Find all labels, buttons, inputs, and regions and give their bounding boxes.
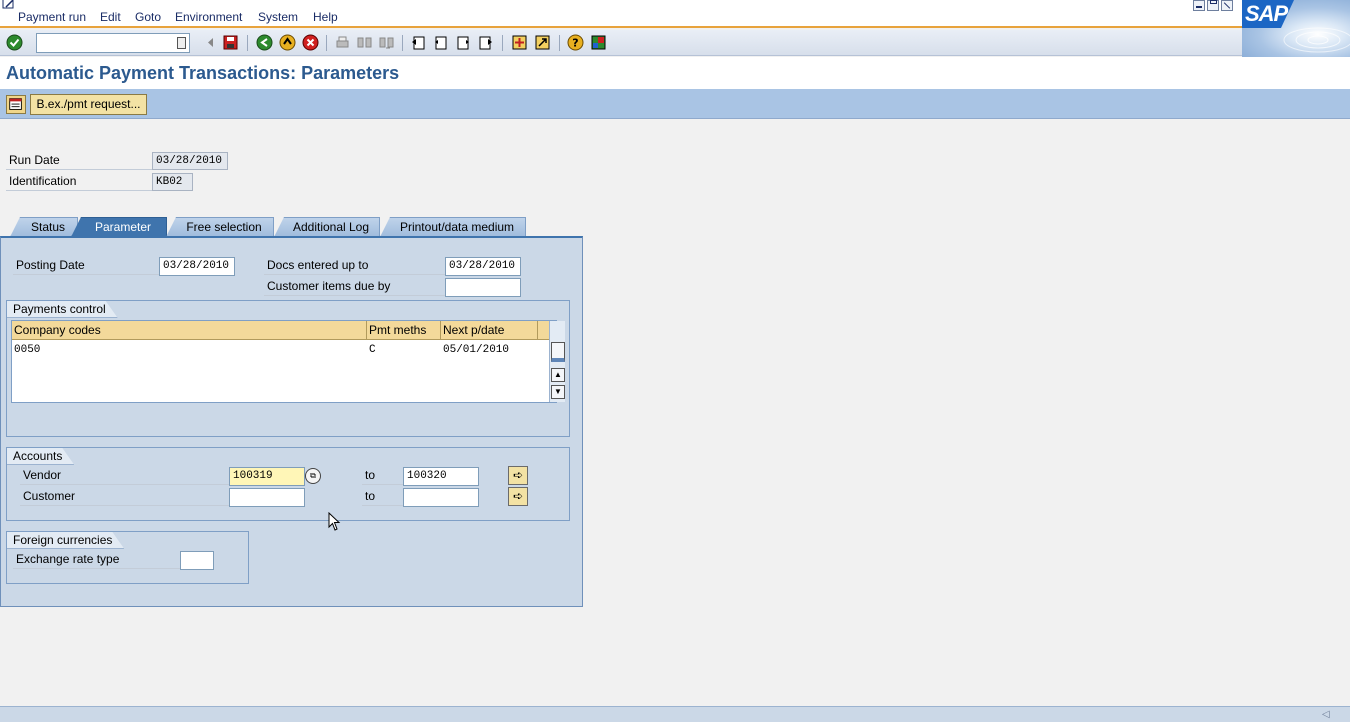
identification-label: Identification <box>6 173 152 191</box>
tab-parameter[interactable]: Parameter <box>71 217 167 237</box>
shortcut-icon[interactable] <box>534 34 551 51</box>
find-icon[interactable] <box>356 34 373 51</box>
foreign-currencies-title: Foreign currencies <box>7 532 124 549</box>
print-icon[interactable] <box>334 34 351 51</box>
vendor-label: Vendor <box>20 467 229 485</box>
menu-bar: Payment run Edit Goto Environment System… <box>0 0 1350 28</box>
table-cell-pmt-meth[interactable]: C <box>367 344 376 356</box>
vendor-to-input[interactable]: 100320 <box>403 467 479 486</box>
enter-icon[interactable] <box>6 34 23 51</box>
cancel-icon[interactable] <box>302 34 319 51</box>
ripple-graphic <box>1283 27 1350 53</box>
run-date-label: Run Date <box>6 152 152 170</box>
find-next-icon[interactable] <box>378 34 395 51</box>
table-scrollbar[interactable]: ▲ ▼ <box>549 321 565 402</box>
docs-entered-input[interactable]: 03/28/2010 <box>445 257 521 276</box>
menu-system[interactable]: System <box>258 10 298 24</box>
payments-control-table: Company codes Pmt meths Next p/date 0050… <box>11 320 565 403</box>
scroll-up-icon[interactable]: ▲ <box>551 368 565 382</box>
restore-icon[interactable] <box>1207 0 1219 11</box>
menu-edit[interactable]: Edit <box>100 10 121 24</box>
window-controls <box>1193 0 1237 12</box>
sap-logo: SAP <box>1242 0 1350 57</box>
help-icon[interactable]: ? <box>567 34 584 51</box>
value-help-icon[interactable]: ⧉ <box>305 468 321 484</box>
docs-entered-label: Docs entered up to <box>264 257 445 275</box>
menu-help[interactable]: Help <box>313 10 338 24</box>
application-toolbar: B.ex./pmt request... <box>0 89 1350 119</box>
tab-status[interactable]: Status <box>10 217 78 237</box>
command-field[interactable] <box>36 33 190 53</box>
customer-label: Customer <box>20 488 229 506</box>
system-menu-icon[interactable] <box>2 0 16 10</box>
variant-icon[interactable] <box>6 95 26 114</box>
exit-icon[interactable] <box>279 34 296 51</box>
toolbar-separator <box>326 35 327 51</box>
posting-date-input[interactable]: 03/28/2010 <box>159 257 235 276</box>
tab-printout-data-medium[interactable]: Printout/data medium <box>380 217 526 237</box>
status-bar: ◁ <box>0 706 1350 722</box>
vendor-multiple-selection-button[interactable]: ➪ <box>508 466 528 485</box>
status-bar-toggle-icon[interactable]: ◁ <box>1322 709 1330 720</box>
customer-to-label: to <box>362 488 403 506</box>
toolbar-separator <box>402 35 403 51</box>
exchange-rate-label: Exchange rate type <box>13 551 180 569</box>
accounts-title: Accounts <box>7 448 74 465</box>
svg-text:?: ? <box>572 37 578 50</box>
run-date-field: 03/28/2010 <box>152 152 228 170</box>
payments-control-title: Payments control <box>7 301 118 318</box>
back-icon[interactable] <box>256 34 273 51</box>
column-header-next-pdate[interactable]: Next p/date <box>441 321 538 340</box>
customer-multiple-selection-button[interactable]: ➪ <box>508 487 528 506</box>
layout-icon[interactable] <box>590 34 607 51</box>
close-icon[interactable] <box>1221 0 1233 11</box>
toolbar-separator <box>247 35 248 51</box>
menu-environment[interactable]: Environment <box>175 10 242 24</box>
command-history-icon[interactable] <box>177 37 186 49</box>
standard-toolbar: ? <box>0 30 1242 56</box>
title-bar: Automatic Payment Transactions: Paramete… <box>0 57 1350 89</box>
table-cell-company-code[interactable]: 0050 <box>12 344 40 356</box>
minimize-icon[interactable] <box>1193 0 1205 11</box>
tab-additional-log[interactable]: Additional Log <box>274 217 380 237</box>
customer-due-label: Customer items due by <box>264 278 445 296</box>
table-cell-next-pdate[interactable]: 05/01/2010 <box>441 344 509 356</box>
vendor-to-label: to <box>362 467 403 485</box>
exchange-rate-input[interactable] <box>180 551 214 570</box>
scroll-thumb[interactable] <box>551 342 565 362</box>
mouse-cursor-icon <box>328 512 341 531</box>
save-icon[interactable] <box>222 34 239 51</box>
posting-date-label: Posting Date <box>13 257 159 275</box>
last-page-icon[interactable] <box>477 34 494 51</box>
scroll-down-icon[interactable]: ▼ <box>551 385 565 399</box>
prev-page-icon[interactable] <box>432 34 449 51</box>
customer-to-input[interactable] <box>403 488 479 507</box>
create-session-icon[interactable] <box>511 34 528 51</box>
column-header-company-codes[interactable]: Company codes <box>12 321 367 340</box>
first-page-icon[interactable] <box>410 34 427 51</box>
vendor-from-input[interactable]: 100319 <box>229 467 305 486</box>
menu-payment-run[interactable]: Payment run <box>18 10 86 24</box>
command-input[interactable] <box>39 35 171 51</box>
toolbar-separator <box>559 35 560 51</box>
next-page-icon[interactable] <box>455 34 472 51</box>
customer-from-input[interactable] <box>229 488 305 507</box>
identification-field: KB02 <box>152 173 193 191</box>
menu-goto[interactable]: Goto <box>135 10 161 24</box>
toolbar-separator <box>502 35 503 51</box>
page-title: Automatic Payment Transactions: Paramete… <box>6 63 400 83</box>
column-header-pmt-meths[interactable]: Pmt meths <box>367 321 441 340</box>
back-arrow-icon[interactable] <box>202 34 219 51</box>
customer-due-input[interactable] <box>445 278 521 297</box>
tab-free-selection[interactable]: Free selection <box>166 217 274 237</box>
bex-pmt-request-button[interactable]: B.ex./pmt request... <box>30 94 147 115</box>
